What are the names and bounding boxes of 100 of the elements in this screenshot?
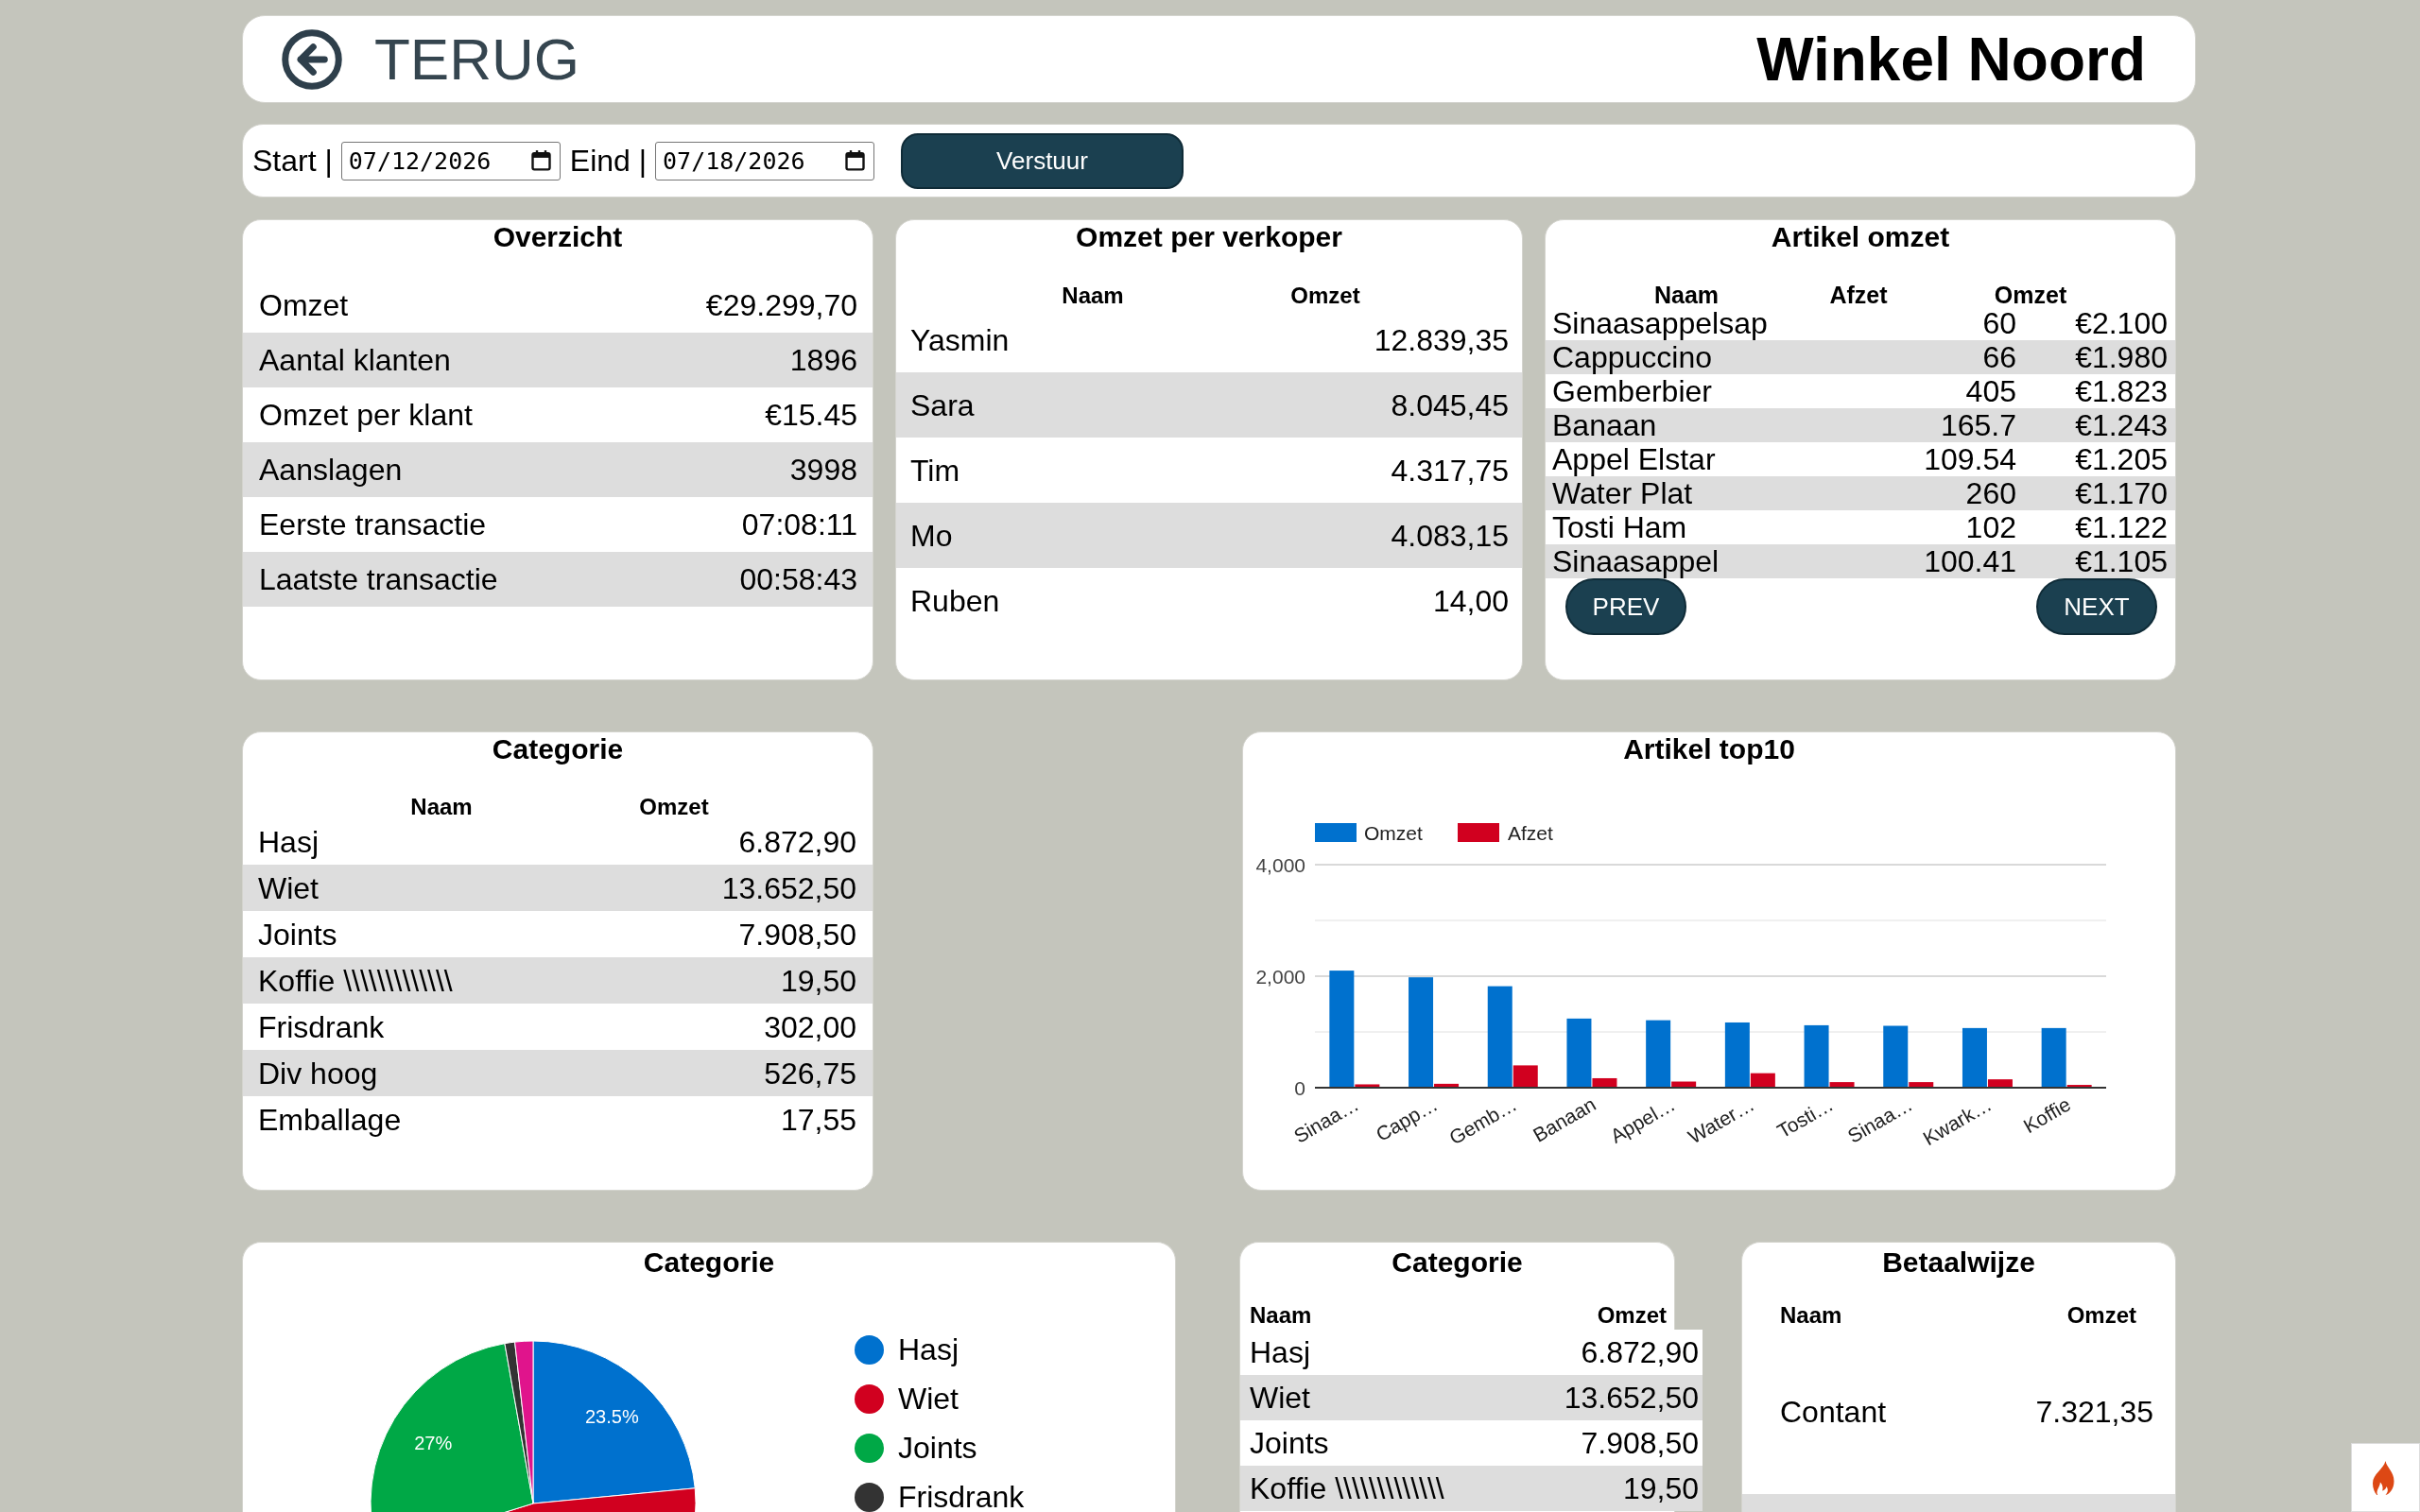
table-cell-text: Laatste transactie (259, 561, 498, 598)
date-field[interactable]: 07/18/2026 (655, 141, 875, 180)
table-cell-text: 07:08:11 (741, 507, 857, 543)
table-cell: 102 (1965, 510, 2016, 544)
next-button[interactable]: NEXT (2036, 578, 2157, 635)
table-cell-text: 13.652,50 (1564, 1380, 1699, 1417)
table-cell-text: 8.045,45 (1391, 387, 1509, 424)
table-cell: Gemberbier (1552, 374, 1712, 408)
table-cell: 165.7 (1940, 408, 2016, 442)
calendar-icon[interactable] (845, 150, 866, 171)
column-header: Naam (410, 793, 473, 821)
table-cell: Water Plat (1552, 476, 1693, 510)
axis-label: 4,000 (1255, 853, 1305, 876)
column-header: Naam (1250, 1301, 1312, 1330)
table-cell: €1.243 (2075, 408, 2168, 442)
panel-title: Categorie (1392, 1245, 1523, 1280)
legend-label: Joints (898, 1433, 977, 1463)
table-cell-text: Omzet per klant (259, 397, 473, 434)
axis-label: Tosti… (1772, 1092, 1838, 1143)
table-cell-text: 14,00 (1432, 582, 1509, 620)
date-field[interactable]: 07/12/2026 (340, 141, 561, 180)
axis-label: 2,000 (1255, 965, 1305, 988)
table-cell-text: 00:58:43 (739, 561, 857, 598)
legend-label: Omzet (1364, 821, 1423, 844)
table-cell: €1.170 (2075, 476, 2168, 510)
table-cell: 66 (1982, 340, 2016, 374)
table-cell-text: Yasmin (910, 321, 1010, 359)
slice-label: 27% (414, 1432, 453, 1453)
table-cell: Tosti Ham (1552, 510, 1687, 544)
table-cell-text: 4.083,15 (1391, 517, 1509, 555)
table-cell: €1.823 (2075, 374, 2168, 408)
table-cell: €1.205 (2075, 442, 2168, 476)
table-cell: Cappuccino (1552, 340, 1712, 374)
table-cell-text: Omzet (259, 287, 349, 324)
panel-title: Categorie (492, 731, 624, 766)
table-cell-text: 1896 (789, 342, 857, 379)
table-cell-text: Wiet (258, 869, 319, 907)
column-header: Naam (1062, 282, 1124, 310)
table-cell-text: 7.908,50 (738, 916, 856, 954)
panel-title: Betaalwijze (1882, 1245, 2035, 1280)
table-cell-text: €29.299,70 (705, 287, 857, 324)
panel-title: Overzicht (493, 219, 623, 254)
table-cell-text: Tim (910, 452, 960, 490)
panel-title: Artikel omzet (1771, 219, 1950, 254)
floating-button[interactable] (2351, 1443, 2420, 1512)
table-cell-text: Hasj (1250, 1334, 1310, 1371)
table-cell: €1.122 (2075, 510, 2168, 544)
table-cell-text: 7.908,50 (1581, 1425, 1699, 1462)
axis-label: Koffie (2019, 1092, 2075, 1138)
panel-title: Omzet per verkoper (1076, 219, 1342, 254)
field-label: Start | (252, 143, 333, 180)
table-cell-text: 4.317,75 (1391, 452, 1509, 490)
table-cell-text: 17,55 (780, 1101, 856, 1139)
column-header: Afzet (1829, 281, 1888, 310)
table-cell-text: €15.45 (765, 397, 857, 434)
table-cell-text: Wiet (1250, 1380, 1310, 1417)
page-title: Winkel Noord (1756, 28, 2146, 90)
axis-label: Capp… (1372, 1092, 1442, 1146)
table-cell-text: 12.839,35 (1374, 321, 1509, 359)
legend-label: Afzet (1508, 821, 1553, 844)
table-cell-text: Aantal klanten (259, 342, 451, 379)
table-cell-text: Koffie \\\\\\\\\\\\\ (1250, 1470, 1444, 1507)
panel-title: Categorie (643, 1245, 775, 1280)
table-cell-text: 6.872,90 (738, 823, 856, 861)
table-cell-text: Aanslagen (259, 452, 403, 489)
prev-button[interactable]: PREV (1565, 578, 1686, 635)
column-header: Naam (1780, 1301, 1842, 1330)
table-cell: Sinaasappel (1552, 544, 1720, 578)
table-cell: €2.100 (2075, 306, 2168, 340)
table-cell: €1.105 (2075, 544, 2168, 578)
table-cell-text: Mo (910, 517, 953, 555)
table-cell-text: Koffie \\\\\\\\\\\\\ (258, 962, 453, 1000)
calendar-icon[interactable] (530, 150, 551, 171)
table-cell-text: 6.872,90 (1581, 1334, 1699, 1371)
panel-title: Artikel top10 (1623, 731, 1795, 766)
table-cell-text: 3998 (789, 452, 857, 489)
table-cell: 260 (1965, 476, 2016, 510)
field-label: Eind | (569, 143, 648, 180)
table-cell: 109.54 (1924, 442, 2016, 476)
table-cell-text: 302,00 (764, 1008, 856, 1046)
column-header: Omzet (639, 793, 709, 821)
table-cell-text: 526,75 (764, 1055, 856, 1092)
table-cell-text: 19,50 (780, 962, 856, 1000)
column-header: Omzet (1290, 282, 1360, 310)
axis-label: 0 (1294, 1076, 1305, 1099)
table-cell: Appel Elstar (1552, 442, 1716, 476)
table-cell-text: Joints (1250, 1425, 1329, 1462)
table-cell: €1.980 (2075, 340, 2168, 374)
legend-label: Wiet (898, 1383, 959, 1414)
table-cell: 405 (1965, 374, 2016, 408)
column-header: Omzet (2066, 1301, 2136, 1330)
table-cell-text: 7.321,35 (2035, 1394, 2153, 1431)
table-cell: Banaan (1552, 408, 1657, 442)
column-header: Omzet (1597, 1301, 1667, 1330)
back-link[interactable]: TERUG (282, 28, 579, 90)
submit-button[interactable]: Verstuur (901, 132, 1184, 189)
table-cell-text: Eerste transactie (259, 507, 487, 543)
table-cell-text: Hasj (258, 823, 319, 861)
table-cell: 100.41 (1924, 544, 2016, 578)
legend-label: Frisdrank (898, 1482, 1025, 1512)
